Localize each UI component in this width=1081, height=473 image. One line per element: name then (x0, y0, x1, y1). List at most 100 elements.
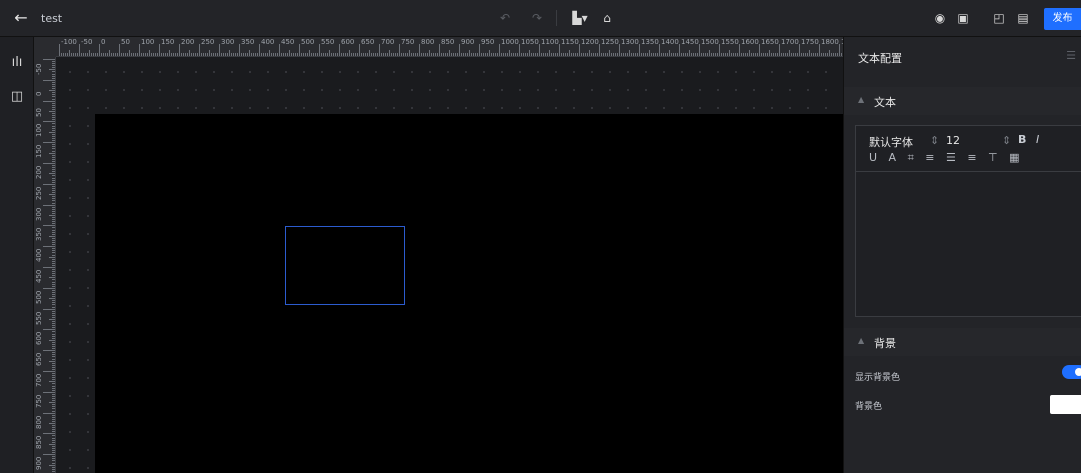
ruler-tick (375, 53, 376, 56)
layout-icon[interactable]: ▙▾ (569, 10, 591, 26)
ruler-tick (315, 53, 316, 56)
lock-icon[interactable]: ⌂ (599, 10, 615, 26)
ruler-tick (52, 192, 55, 194)
ruler-tick (841, 53, 842, 56)
bar-chart-icon[interactable]: ılı (9, 55, 25, 71)
ruler-tick (661, 53, 662, 56)
ruler-tick (513, 53, 514, 56)
ruler-tick (345, 53, 346, 56)
ruler-tick (52, 150, 55, 152)
ruler-label: 1050 (521, 38, 539, 46)
ruler-tick (43, 204, 55, 206)
ruler-tick (297, 53, 298, 56)
ruler-tick (52, 92, 55, 94)
ruler-tick (733, 53, 734, 56)
ruler-tick (709, 50, 710, 56)
rich-text-editor[interactable]: 默认字体 ⇕ 12 ⇕ B I U A ⌗ ≡ ☰ ≡ ⊤ ▦ (855, 125, 1081, 317)
ruler-tick (187, 53, 188, 56)
ruler-tick (173, 53, 174, 56)
ruler-tick (123, 53, 124, 56)
ruler-tick (685, 53, 686, 56)
ruler-label: 750 (35, 394, 43, 408)
ruler-tick (52, 244, 55, 246)
arrow-left-icon[interactable]: ← (12, 9, 30, 27)
bold-button[interactable]: B (1018, 133, 1026, 146)
ruler-tick (223, 53, 224, 56)
section-bg-header[interactable]: ▲ 背景 (844, 328, 1081, 356)
ruler-tick (52, 86, 55, 88)
ruler-tick (52, 362, 55, 364)
ruler-tick (399, 44, 400, 56)
size-stepper-icon[interactable]: ⇕ (1002, 134, 1011, 147)
ruler-tick (52, 447, 55, 449)
ruler-tick (73, 53, 74, 56)
ruler-tick (52, 196, 55, 198)
ruler-tick (267, 53, 268, 56)
ruler-tick (95, 53, 96, 56)
layout-panel-icon[interactable]: ◫ (9, 89, 25, 105)
ruler-tick (423, 53, 424, 56)
ruler-label: 1700 (781, 38, 799, 46)
ruler-tick (52, 418, 55, 420)
text-component-selection[interactable] (285, 226, 405, 305)
ruler-horizontal[interactable]: -100 -50 0 50 100 150 200 250 300 350 400 450 500 550… (56, 37, 843, 57)
ruler-tick (237, 53, 238, 56)
ruler-tick (133, 53, 134, 56)
undo-icon[interactable]: ↶ (497, 10, 513, 26)
ruler-tick (49, 215, 55, 216)
ruler-label: 950 (481, 38, 495, 46)
ruler-tick (833, 53, 834, 56)
list-icon[interactable]: ☰ (1066, 49, 1076, 62)
font-size-input[interactable]: 12 (946, 134, 960, 147)
ruler-tick (43, 246, 55, 248)
ruler-tick (49, 402, 55, 404)
ruler-tick (361, 53, 362, 56)
ruler-tick (85, 53, 86, 56)
ruler-tick (149, 50, 150, 56)
toolbar-divider (556, 10, 557, 26)
ruler-tick (697, 53, 698, 56)
ruler-tick (247, 53, 248, 56)
ruler-tick (52, 175, 55, 177)
ruler-tick (545, 53, 546, 56)
ruler-tick (641, 53, 642, 56)
show-bg-toggle[interactable] (1062, 365, 1081, 379)
editor-canvas[interactable] (56, 57, 843, 473)
ruler-tick (229, 50, 230, 56)
font-stepper-icon[interactable]: ⇕ (930, 134, 939, 147)
ruler-vertical[interactable]: -50 0 50 100 150 200 250 300 350 400 450 500 550 600 6… (34, 57, 56, 473)
ruler-tick (807, 53, 808, 56)
ruler-tick (333, 53, 334, 56)
format-tools-row[interactable]: U A ⌗ ≡ ☰ ≡ ⊤ ▦ (869, 151, 1024, 165)
save-icon[interactable]: ▤ (1015, 10, 1031, 26)
ruler-tick (52, 279, 55, 281)
redo-icon[interactable]: ↷ (529, 10, 545, 26)
ruler-label: 550 (321, 38, 335, 46)
ruler-tick (437, 53, 438, 56)
ruler-tick (91, 53, 92, 56)
target-icon[interactable]: ◉ (932, 10, 948, 26)
ruler-tick (52, 185, 55, 187)
ruler-label: 1650 (761, 38, 779, 46)
ruler-tick (52, 140, 55, 142)
ruler-tick (455, 53, 456, 56)
publish-button[interactable]: 发布 (1044, 8, 1081, 30)
bg-color-picker[interactable] (1050, 395, 1081, 414)
ruler-tick (381, 53, 382, 56)
italic-button[interactable]: I (1036, 133, 1039, 146)
section-text-header[interactable]: ▲ 文本 (844, 87, 1081, 115)
ruler-tick (633, 53, 634, 56)
ruler-tick (52, 439, 55, 441)
ruler-tick (121, 53, 122, 56)
ruler-tick (757, 53, 758, 56)
ruler-tick (611, 53, 612, 56)
frame-icon[interactable]: ▣ (955, 10, 971, 26)
ruler-label: 500 (35, 290, 43, 304)
ruler-tick (643, 53, 644, 56)
ruler-tick (593, 53, 594, 56)
zoom-doc-icon[interactable]: ◰ (991, 10, 1007, 26)
screen-board[interactable] (95, 114, 843, 473)
ruler-tick (52, 67, 55, 69)
ruler-tick (353, 53, 354, 56)
font-family-select[interactable]: 默认字体 (869, 134, 913, 150)
